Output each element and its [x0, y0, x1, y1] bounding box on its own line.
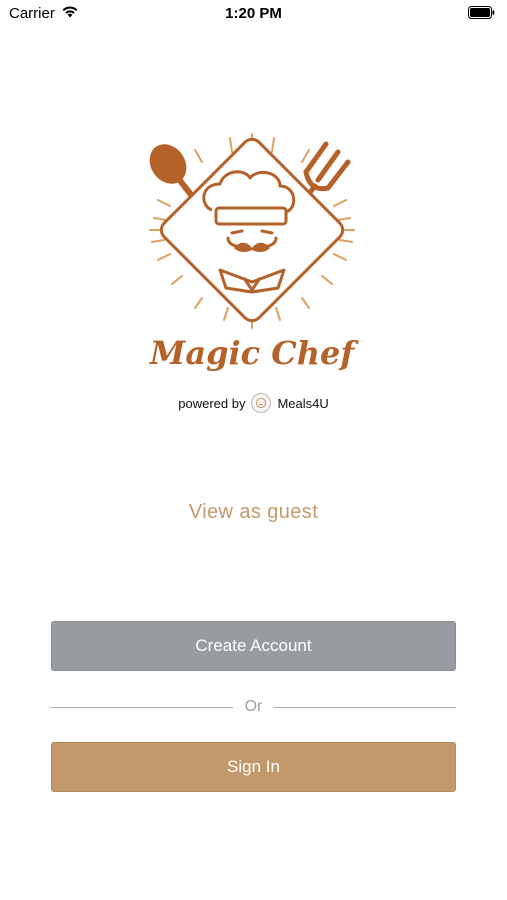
powered-by-brand: Meals4U — [277, 395, 329, 411]
or-divider: Or — [51, 697, 456, 717]
create-account-label: Create Account — [195, 636, 312, 655]
battery-icon — [468, 6, 495, 23]
divider-line-left — [51, 706, 233, 708]
sign-in-label: Sign In — [227, 757, 280, 776]
status-bar: Carrier 1:20 PM — [0, 0, 507, 28]
meals4u-icon — [251, 393, 272, 413]
powered-by: powered by Meals4U — [0, 393, 507, 413]
magic-chef-logo: Magic Chef — [140, 130, 365, 380]
sign-in-button[interactable]: Sign In — [51, 742, 456, 792]
welcome-screen: Carrier 1:20 PM Magic Chef powered by Me… — [0, 0, 507, 900]
app-name-text: Magic Chef — [149, 334, 359, 372]
status-time: 1:20 PM — [225, 5, 282, 22]
or-label: Or — [244, 698, 263, 715]
create-account-button[interactable]: Create Account — [51, 621, 456, 671]
powered-by-prefix: powered by — [178, 395, 246, 411]
divider-line-right — [274, 706, 456, 708]
view-as-guest-link[interactable]: View as guest — [0, 501, 507, 524]
